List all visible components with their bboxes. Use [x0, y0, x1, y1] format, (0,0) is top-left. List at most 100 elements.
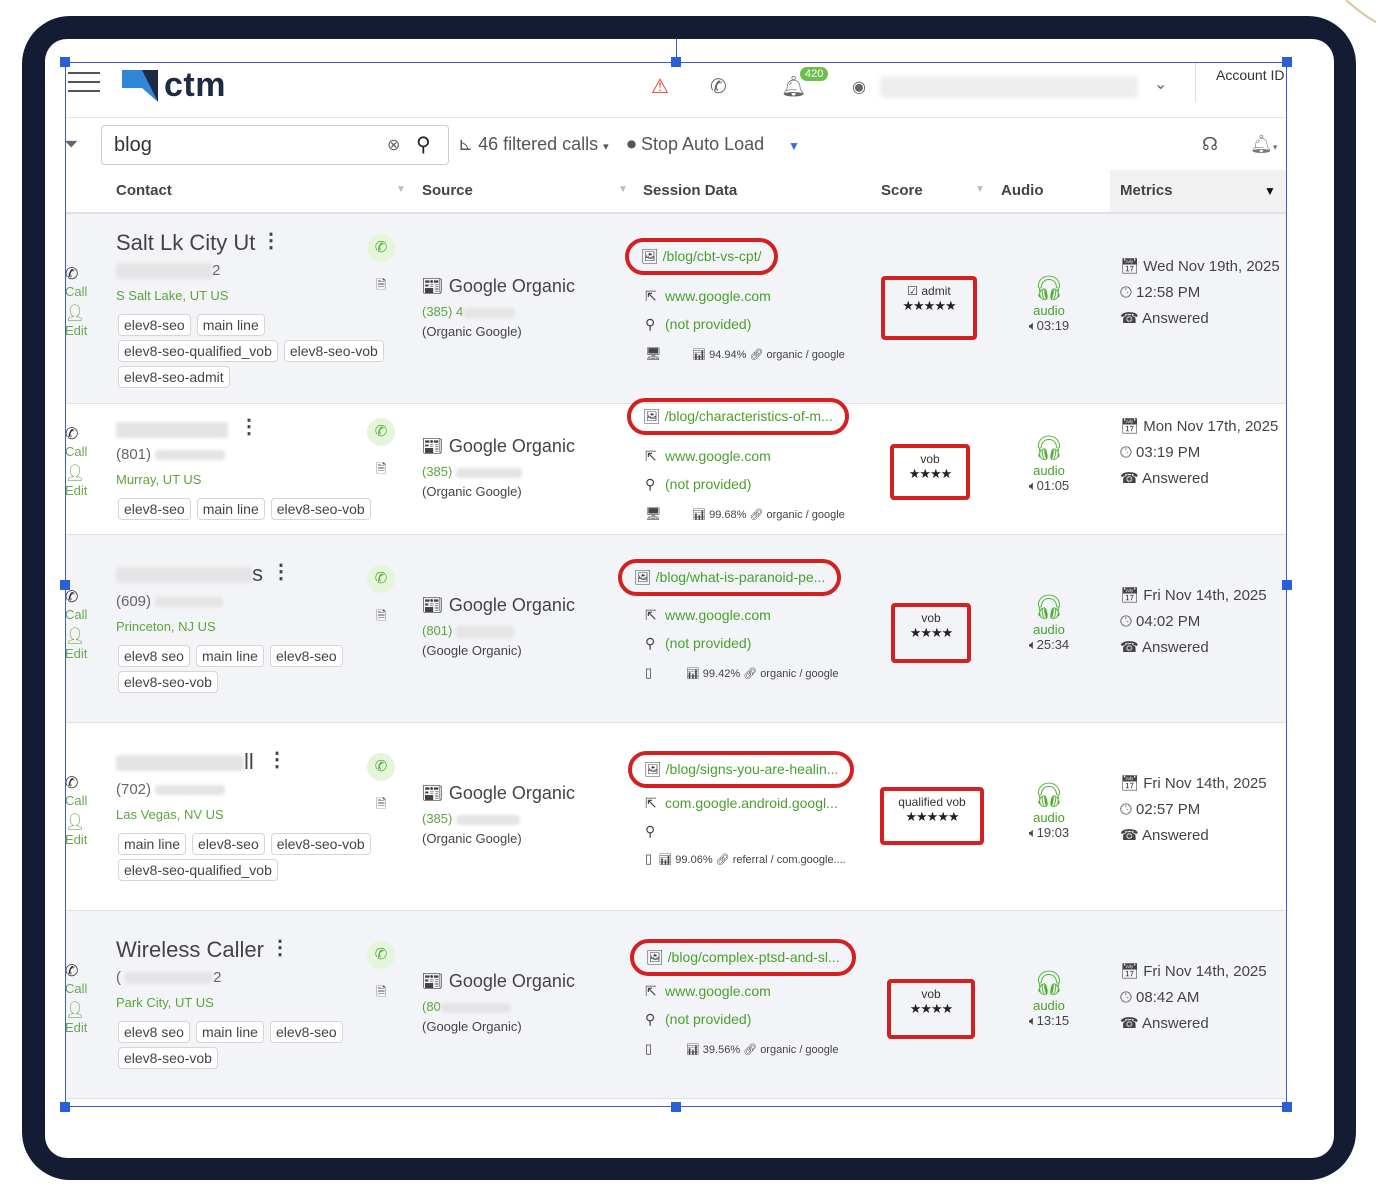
headphones-icon[interactable]: 🎧︎	[1027, 274, 1071, 303]
contact-name[interactable]: Salt Lk City Ut	[116, 230, 255, 256]
table-row[interactable]: ✆ Call 👤︎ Edit Salt Lk City Ut ⋮ 2 S Sal…	[65, 214, 1287, 404]
document-icon[interactable]: 🗎	[376, 983, 386, 1005]
resize-handle[interactable]	[60, 57, 70, 67]
landing-page-link[interactable]: 🖼︎ /blog/characteristics-of-m...	[627, 398, 849, 435]
score-badge[interactable]: vob ★★★★	[887, 979, 975, 1039]
call-action[interactable]: Call	[65, 284, 87, 299]
call-icon[interactable]: ✆	[65, 587, 87, 607]
filter-icon[interactable]: ⏷	[64, 134, 78, 155]
call-action[interactable]: Call	[65, 444, 87, 459]
audio-player[interactable]: 🎧︎ audio 🔈︎01:05	[1027, 434, 1071, 494]
contact-name[interactable]: Wireless Caller	[116, 937, 264, 963]
metrics-menu-icon[interactable]: ▼	[1264, 184, 1276, 198]
call-back-button[interactable]: ✆	[367, 565, 395, 593]
table-row[interactable]: ✆ Call 👤︎ Edit Wireless Caller ⋮ ( 2 Par…	[65, 911, 1287, 1099]
ctm-logo[interactable]: ctm	[122, 66, 226, 105]
more-options-icon[interactable]: ⋮	[267, 747, 287, 772]
column-source[interactable]: Source	[422, 182, 473, 199]
score-badge[interactable]: qualified vob ★★★★★	[880, 787, 984, 845]
tag[interactable]: elev8-seo-vob	[118, 1047, 218, 1069]
phone-icon[interactable]: ✆	[710, 74, 727, 99]
more-options-icon[interactable]: ⋮	[270, 935, 290, 960]
edit-action[interactable]: Edit	[65, 323, 87, 338]
tag[interactable]: elev8-seo	[118, 314, 191, 336]
sort-contact-icon[interactable]: ▼	[396, 184, 406, 195]
column-metrics[interactable]: Metrics	[1120, 182, 1173, 199]
resize-handle[interactable]	[671, 1102, 681, 1112]
chevron-down-icon[interactable]: ⌄	[1154, 74, 1167, 94]
table-row[interactable]: ✆ Call 👤︎ Edit s ⋮ (609) Princeton, NJ U…	[65, 535, 1287, 723]
tag[interactable]: elev8-seo	[118, 498, 191, 520]
account-id-label[interactable]: Account ID	[1216, 67, 1284, 83]
edit-user-icon[interactable]: 👤︎	[65, 463, 87, 483]
call-action[interactable]: Call	[65, 981, 87, 996]
more-options-icon[interactable]: ⋮	[261, 228, 281, 253]
contact-name[interactable]	[116, 416, 228, 442]
column-audio[interactable]: Audio	[1001, 182, 1044, 199]
landing-page-link[interactable]: 🖼︎ /blog/signs-you-are-healin...	[628, 751, 855, 788]
edit-user-icon[interactable]: 👤︎	[65, 1000, 87, 1020]
document-icon[interactable]: 🗎	[376, 276, 386, 298]
resize-handle[interactable]	[60, 1102, 70, 1112]
edit-user-icon[interactable]: 👤︎	[65, 626, 87, 646]
call-back-button[interactable]: ✆	[367, 941, 395, 969]
call-icon[interactable]: ✆	[65, 424, 87, 444]
audio-player[interactable]: 🎧︎ audio 🔈︎19:03	[1027, 781, 1071, 841]
table-row[interactable]: ✆ Call 👤︎ Edit ⋮ (801) Murray, UT US ele…	[65, 398, 1287, 535]
tag[interactable]: elev8-seo-vob	[283, 340, 384, 362]
call-icon[interactable]: ✆	[65, 773, 87, 793]
document-icon[interactable]: 🗎	[376, 795, 386, 817]
headphones-icon[interactable]: 🎧︎	[1027, 781, 1071, 810]
alert-bell-icon[interactable]: 🔔︎▾	[1250, 134, 1277, 155]
headphones-icon[interactable]: 🎧︎	[1027, 593, 1071, 622]
call-icon[interactable]: ✆	[65, 264, 87, 284]
search-input[interactable]: blog ⊗ ⚲	[101, 125, 449, 165]
tag[interactable]: elev8-seo-vob	[270, 498, 371, 520]
landing-page-link[interactable]: 🖼︎ /blog/cbt-vs-cpt/	[625, 238, 778, 275]
sort-score-icon[interactable]: ▼	[975, 184, 985, 195]
tag[interactable]: main line	[196, 498, 265, 520]
column-contact[interactable]: Contact	[116, 182, 172, 199]
score-badge[interactable]: vob ★★★★	[891, 603, 971, 663]
more-options-icon[interactable]: ⋮	[239, 414, 259, 439]
tag[interactable]: main line	[195, 645, 264, 667]
eye-icon[interactable]: ◉	[852, 77, 866, 97]
score-badge[interactable]: ☑ admit ★★★★★	[881, 276, 977, 340]
stop-auto-load-button[interactable]: ⏺ Stop Auto Load	[627, 134, 764, 155]
headset-icon[interactable]: ☊	[1202, 134, 1218, 155]
tag[interactable]: elev8-seo-vob	[118, 671, 218, 693]
tag[interactable]: elev8-seo-admit	[118, 366, 230, 388]
resize-handle[interactable]	[60, 580, 70, 590]
tag[interactable]: elev8 seo	[118, 645, 190, 667]
tag[interactable]: elev8-seo-qualified_vob	[118, 859, 278, 881]
edit-action[interactable]: Edit	[65, 1020, 87, 1035]
audio-player[interactable]: 🎧︎ audio 🔈︎03:19	[1027, 274, 1071, 334]
edit-action[interactable]: Edit	[65, 483, 87, 498]
contact-name[interactable]: s	[116, 561, 263, 587]
audio-player[interactable]: 🎧︎ audio 🔈︎13:15	[1027, 969, 1071, 1029]
edit-user-icon[interactable]: 👤︎	[65, 812, 87, 832]
document-icon[interactable]: 🗎	[376, 607, 386, 629]
call-back-button[interactable]: ✆	[367, 418, 395, 446]
tag[interactable]: main line	[195, 1021, 264, 1043]
tag[interactable]: main line	[118, 833, 187, 855]
resize-handle[interactable]	[1282, 1102, 1292, 1112]
landing-page-link[interactable]: 🖼︎ /blog/complex-ptsd-and-sl...	[630, 939, 856, 976]
hamburger-menu-icon[interactable]	[68, 72, 100, 92]
clear-search-icon[interactable]: ⊗	[387, 135, 400, 155]
resize-handle[interactable]	[1282, 580, 1292, 590]
call-action[interactable]: Call	[65, 607, 87, 622]
sort-source-icon[interactable]: ▼	[618, 184, 628, 195]
tag[interactable]: elev8-seo-qualified_vob	[118, 340, 278, 362]
tag[interactable]: elev8 seo	[118, 1021, 190, 1043]
document-icon[interactable]: 🗎	[376, 460, 386, 482]
call-icon[interactable]: ✆	[65, 961, 87, 981]
column-session-data[interactable]: Session Data	[643, 182, 737, 199]
tag[interactable]: elev8-seo	[192, 833, 265, 855]
column-score[interactable]: Score	[881, 182, 923, 199]
tag[interactable]: main line	[196, 314, 265, 336]
more-options-icon[interactable]: ⋮	[271, 559, 291, 584]
search-icon[interactable]: ⚲	[416, 132, 431, 157]
auto-load-caret-icon[interactable]: ▼	[788, 139, 800, 153]
edit-action[interactable]: Edit	[65, 646, 87, 661]
